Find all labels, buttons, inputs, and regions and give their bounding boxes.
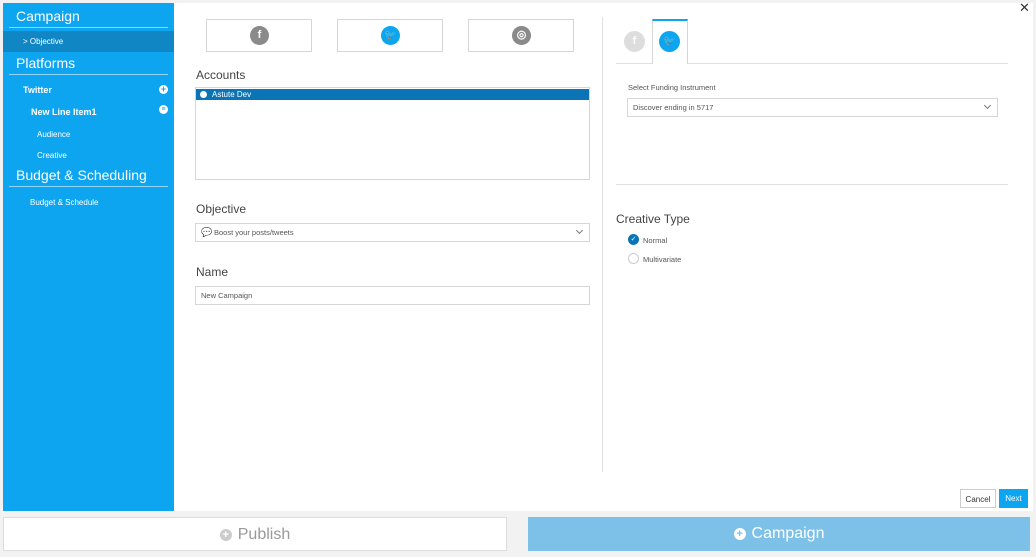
radio-multivariate-label: Multivariate (643, 255, 682, 264)
account-name: Astute Dev (212, 90, 252, 99)
creative-type-label: Creative Type (616, 212, 690, 226)
close-icon[interactable]: ✕ (1019, 1, 1030, 14)
instagram-tile[interactable]: ◎ (468, 19, 574, 52)
funding-value: Discover ending in 5717 (633, 103, 714, 112)
radio-normal-label: Normal (643, 236, 668, 245)
campaign-button[interactable]: + Campaign (528, 517, 1030, 551)
speech-bubble-icon: 💬 (201, 227, 213, 237)
objective-label: Objective (196, 202, 247, 216)
twitter-icon: 🐦 (381, 26, 400, 45)
publish-button[interactable]: + Publish (3, 517, 507, 551)
publish-label: Publish (237, 526, 291, 543)
sidebar-item-line-item[interactable]: New Line Item1 (31, 107, 97, 117)
objective-value: Boost your posts/tweets (214, 228, 294, 237)
sidebar-item-twitter[interactable]: Twitter (23, 85, 52, 95)
objective-select[interactable]: 💬 Boost your posts/tweets (195, 223, 590, 242)
facebook-icon: f (250, 26, 269, 45)
instagram-icon: ◎ (512, 26, 531, 45)
name-label: Name (196, 265, 229, 279)
sidebar-heading-campaign[interactable]: Campaign (16, 8, 80, 24)
facebook-tile[interactable]: f (206, 19, 312, 52)
funding-label: Select Funding Instrument (628, 83, 716, 92)
divider (9, 74, 168, 75)
twitter-tile[interactable]: 🐦 (337, 19, 443, 52)
divider (9, 27, 168, 28)
sidebar-item-creative[interactable]: Creative (37, 151, 67, 160)
sidebar-item-budget-schedule[interactable]: Budget & Schedule (30, 198, 99, 207)
accounts-label: Accounts (196, 68, 246, 82)
app: Campaign > Objective Platforms Twitter +… (0, 0, 1036, 557)
plus-circle-icon: + (733, 528, 746, 540)
chevron-down-icon (983, 101, 992, 110)
sidebar-item-label: > Objective (23, 37, 64, 46)
divider (616, 184, 1008, 185)
campaign-label: Campaign (751, 525, 825, 542)
plus-circle-icon: + (219, 529, 232, 541)
cancel-button[interactable]: Cancel (960, 489, 996, 508)
funding-select[interactable]: Discover ending in 5717 (627, 98, 998, 117)
sidebar-item-objective[interactable]: > Objective (3, 31, 174, 52)
name-input[interactable]: New Campaign (195, 286, 590, 305)
chevron-down-icon (575, 226, 584, 235)
sidebar-item-audience[interactable]: Audience (37, 130, 70, 139)
divider (602, 17, 603, 472)
twitter-tab-icon: 🐦 (659, 31, 680, 52)
add-line-item-icon[interactable]: + (159, 85, 168, 94)
accounts-list[interactable]: Astute Dev (195, 87, 590, 180)
sidebar: Campaign > Objective Platforms Twitter +… (3, 3, 174, 511)
selected-icon (200, 91, 207, 98)
next-button[interactable]: Next (999, 489, 1028, 508)
list-item[interactable]: Astute Dev (196, 89, 589, 100)
radio-normal[interactable]: ✓ (628, 234, 639, 245)
delete-line-item-icon[interactable]: ≡ (159, 105, 168, 114)
facebook-tab-icon[interactable]: f (624, 31, 645, 52)
sidebar-heading-platforms[interactable]: Platforms (16, 55, 75, 71)
sidebar-heading-budget[interactable]: Budget & Scheduling (16, 167, 147, 183)
divider (9, 186, 168, 187)
radio-multivariate[interactable] (628, 253, 639, 264)
